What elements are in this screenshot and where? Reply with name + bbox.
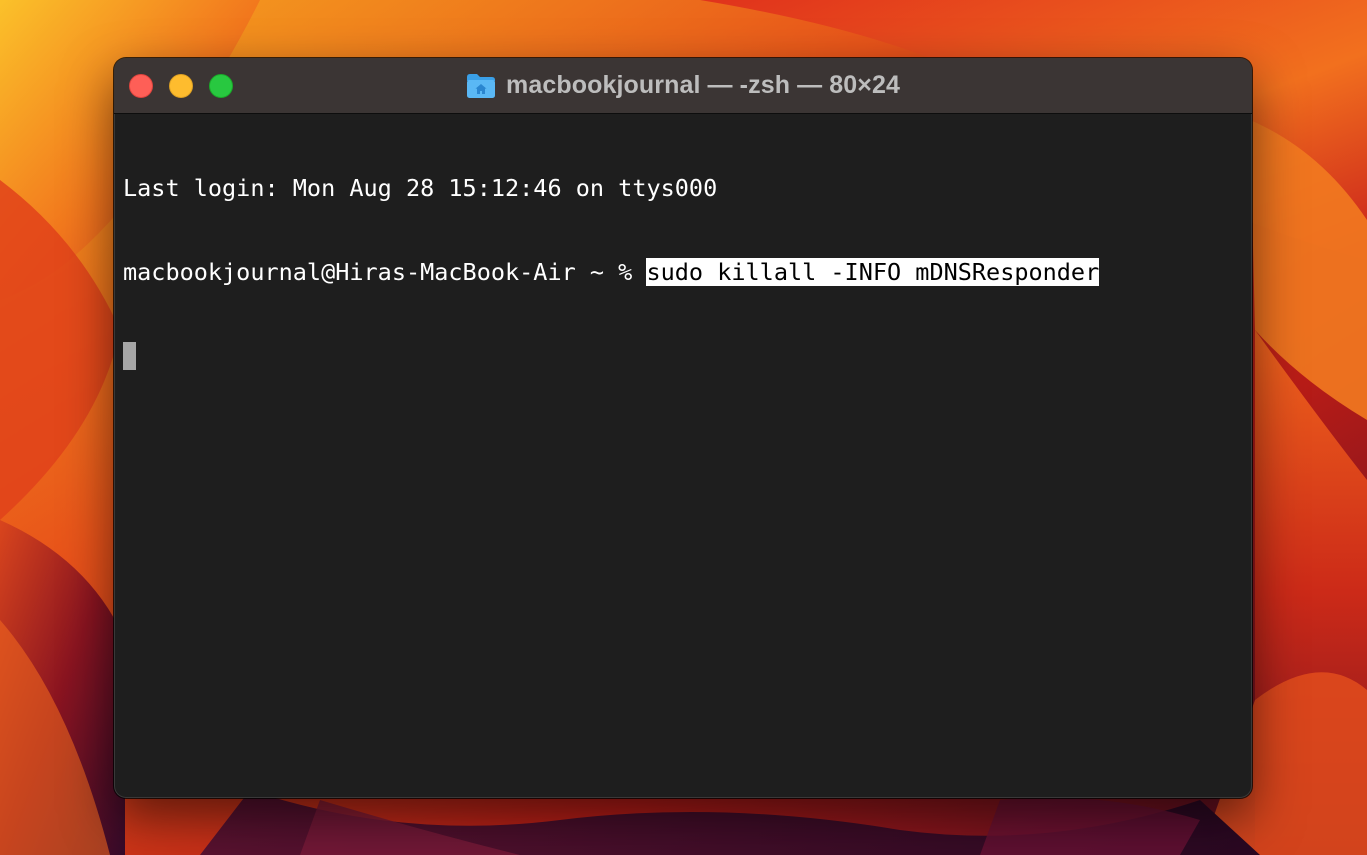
selected-command[interactable]: sudo killall -INFO mDNSResponder	[646, 258, 1100, 286]
terminal-output[interactable]: Last login: Mon Aug 28 15:12:46 on ttys0…	[123, 118, 1241, 788]
text-cursor	[123, 342, 136, 370]
shell-prompt: macbookjournal@Hiras-MacBook-Air ~ %	[123, 258, 647, 286]
home-folder-icon	[467, 73, 495, 98]
last-login-line: Last login: Mon Aug 28 15:12:46 on ttys0…	[123, 174, 718, 202]
window-title-group: macbookjournal — -zsh — 80×24	[114, 58, 1252, 113]
title-bar[interactable]: macbookjournal — -zsh — 80×24	[114, 58, 1252, 114]
command-line: macbookjournal@Hiras-MacBook-Air ~ % sud…	[123, 258, 1241, 286]
window-title: macbookjournal — -zsh — 80×24	[506, 71, 900, 99]
cursor-line	[123, 342, 1241, 370]
terminal-window[interactable]: macbookjournal — -zsh — 80×24 Last login…	[114, 58, 1252, 798]
